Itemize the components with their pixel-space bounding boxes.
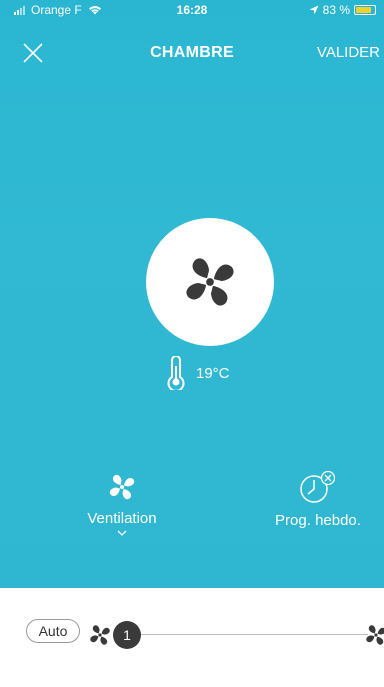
fan-button[interactable] — [146, 218, 274, 346]
validate-button[interactable]: VALIDER — [317, 44, 384, 61]
fan-icon — [109, 474, 135, 500]
fan-large-icon — [366, 625, 384, 645]
location-arrow-icon — [309, 5, 319, 15]
battery-percent: 83 % — [322, 3, 350, 17]
fan-speed-slider-thumb[interactable]: 1 — [113, 621, 141, 649]
thermometer-icon — [167, 356, 185, 390]
temperature-value: 19°C — [196, 364, 230, 382]
battery-fill — [356, 7, 371, 13]
weekly-program-button[interactable]: Prog. hebdo. — [258, 470, 378, 529]
nav-bar: CHAMBRE VALIDER — [0, 32, 384, 72]
ventilation-label: Ventilation — [87, 510, 157, 527]
fan-icon — [186, 258, 234, 306]
status-bar: Orange F 16:28 83 % — [0, 0, 384, 20]
status-right: 83 % — [309, 0, 376, 20]
ventilation-mode-button[interactable]: Ventilation — [74, 472, 170, 537]
auto-button[interactable]: Auto — [26, 619, 80, 643]
fan-speed-slider-track[interactable] — [128, 634, 368, 635]
fan-speed-panel: Auto 1 — [0, 588, 384, 687]
fan-small-icon — [90, 625, 110, 645]
weekly-program-label: Prog. hebdo. — [275, 512, 361, 529]
chevron-down-icon — [117, 530, 127, 536]
battery-icon — [354, 5, 376, 15]
screen: Orange F 16:28 83 % CHAMBRE VALIDER 19°C… — [0, 0, 384, 687]
temperature-row: 19°C — [166, 356, 230, 390]
clock-cancel-icon — [300, 470, 336, 503]
